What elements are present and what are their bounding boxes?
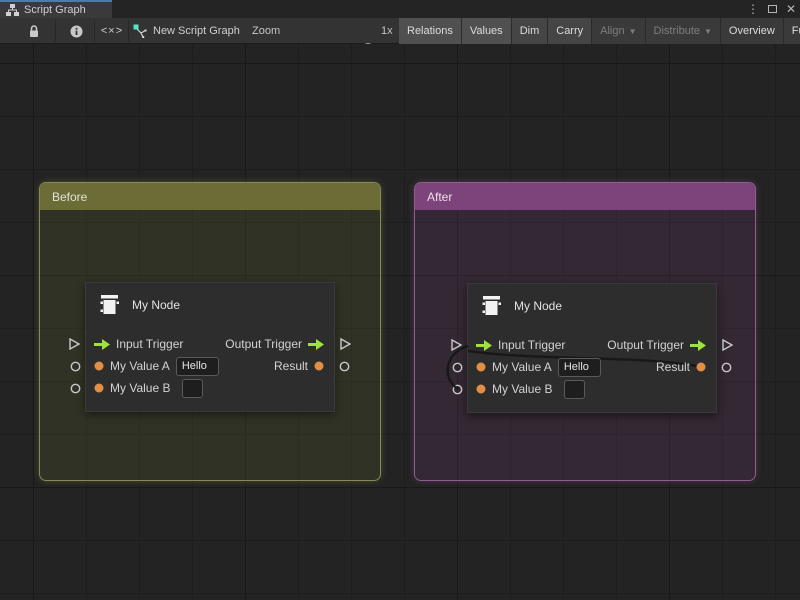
value-port-icon[interactable] xyxy=(476,384,486,394)
port-my-value-b: My Value B xyxy=(492,382,552,396)
window-controls: ⋮ ✕ xyxy=(747,0,796,18)
distribute-button[interactable]: Distribute▼ xyxy=(646,18,720,44)
graph-canvas[interactable]: Before After xyxy=(0,44,800,600)
port-my-value-a: My Value A xyxy=(492,360,552,374)
value-port-icon[interactable] xyxy=(314,361,324,371)
outer-trigger-port[interactable] xyxy=(69,338,80,350)
value-port-icon[interactable] xyxy=(94,383,104,393)
outer-value-port[interactable] xyxy=(721,362,732,373)
outer-value-port[interactable] xyxy=(70,361,81,372)
trigger-arrow-icon[interactable] xyxy=(94,339,110,350)
carry-button[interactable]: Carry xyxy=(548,18,591,44)
port-input-trigger: Input Trigger xyxy=(498,338,565,352)
value-port-icon[interactable] xyxy=(94,361,104,371)
port-my-value-a: My Value A xyxy=(110,359,170,373)
outer-value-port[interactable] xyxy=(452,362,463,373)
outer-value-port[interactable] xyxy=(452,384,463,395)
zoom-label: Zoom xyxy=(252,18,280,44)
unit-icon xyxy=(480,293,504,319)
info-icon xyxy=(70,25,83,38)
info-button[interactable] xyxy=(64,18,88,44)
zoom-value: 1x xyxy=(381,18,393,44)
lock-button[interactable] xyxy=(22,18,46,44)
outer-value-port[interactable] xyxy=(339,361,350,372)
trigger-arrow-icon[interactable] xyxy=(690,340,706,351)
script-graph-icon xyxy=(133,24,147,38)
node-title: My Node xyxy=(132,298,180,312)
value-a-input[interactable]: Hello xyxy=(558,358,601,377)
graph-title-area: New Script Graph xyxy=(133,18,240,44)
overview-button[interactable]: Overview xyxy=(721,18,783,44)
value-port-icon[interactable] xyxy=(696,362,706,372)
port-result: Result xyxy=(274,359,308,373)
graph-name-label: New Script Graph xyxy=(153,25,240,37)
port-output-trigger: Output Trigger xyxy=(607,338,684,352)
maximize-icon[interactable] xyxy=(768,5,777,13)
chevron-down-icon: ▼ xyxy=(704,27,712,36)
dim-button[interactable]: Dim xyxy=(512,18,548,44)
toolbar-buttons: Relations Values Dim Carry Align▼ Distri… xyxy=(399,18,800,44)
toolbar-separator xyxy=(55,20,56,42)
port-output-trigger: Output Trigger xyxy=(225,337,302,351)
outer-trigger-port[interactable] xyxy=(340,338,351,350)
outer-value-port[interactable] xyxy=(70,383,81,394)
toolbar-separator xyxy=(128,20,129,42)
value-a-input[interactable]: Hello xyxy=(176,357,219,376)
tab-label: Script Graph xyxy=(24,4,86,16)
trigger-arrow-icon[interactable] xyxy=(476,340,492,351)
close-icon[interactable]: ✕ xyxy=(786,0,796,18)
port-my-value-b: My Value B xyxy=(110,381,170,395)
outer-trigger-port[interactable] xyxy=(451,339,462,351)
value-port-icon[interactable] xyxy=(476,362,486,372)
node-title: My Node xyxy=(514,299,562,313)
kebab-menu-icon[interactable]: ⋮ xyxy=(747,0,759,18)
toolbar-separator xyxy=(94,20,95,42)
relations-button[interactable]: Relations xyxy=(399,18,461,44)
node-my-node-before[interactable]: My Node Input Trigger Output Trigger xyxy=(85,282,335,412)
graph-hierarchy-icon xyxy=(6,4,19,16)
value-b-input[interactable] xyxy=(564,380,585,399)
graph-toolbar: <×> New Script Graph Zoom 1x Relations V… xyxy=(0,18,800,44)
code-icon: <×> xyxy=(101,25,123,37)
node-header[interactable]: My Node xyxy=(468,284,716,328)
script-graph-window: Script Graph ⋮ ✕ xyxy=(0,0,800,600)
group-title: Before xyxy=(52,190,87,204)
unit-icon xyxy=(98,292,122,318)
tab-bar: Script Graph ⋮ ✕ xyxy=(0,0,800,18)
code-preview-button[interactable]: <×> xyxy=(96,18,128,44)
node-my-node-after[interactable]: My Node Input Trigger Output Trigger xyxy=(467,283,717,413)
port-input-trigger: Input Trigger xyxy=(116,337,183,351)
port-result: Result xyxy=(656,360,690,374)
outer-trigger-port[interactable] xyxy=(722,339,733,351)
align-button[interactable]: Align▼ xyxy=(592,18,644,44)
full-screen-button[interactable]: Full Screen xyxy=(784,18,800,44)
node-header[interactable]: My Node xyxy=(86,283,334,327)
tab-script-graph[interactable]: Script Graph xyxy=(0,0,112,18)
lock-icon xyxy=(28,25,40,38)
group-title: After xyxy=(427,190,452,204)
chevron-down-icon: ▼ xyxy=(629,27,637,36)
group-after-header[interactable]: After xyxy=(415,183,755,210)
trigger-arrow-icon[interactable] xyxy=(308,339,324,350)
value-b-input[interactable] xyxy=(182,379,203,398)
group-before-header[interactable]: Before xyxy=(40,183,380,210)
values-button[interactable]: Values xyxy=(462,18,511,44)
